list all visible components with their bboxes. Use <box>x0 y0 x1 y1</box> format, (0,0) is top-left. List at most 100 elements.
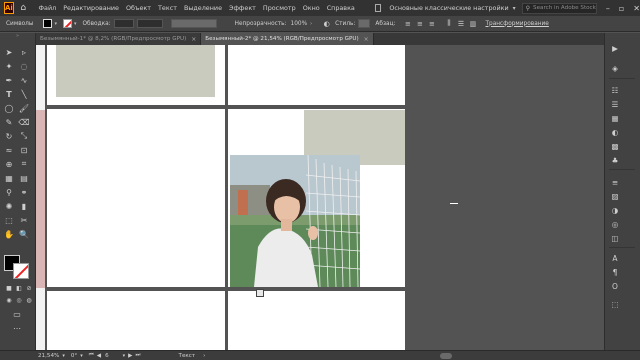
chevron-down-icon[interactable]: ▾ <box>54 21 57 27</box>
graphic-styles-icon[interactable]: ◫ <box>610 233 620 243</box>
pencil-icon[interactable]: ✎ <box>4 117 14 127</box>
none-mode-icon[interactable]: ⊘ <box>24 283 34 293</box>
menu-select[interactable]: Выделение <box>184 4 222 12</box>
graph-tool-icon[interactable]: ▮ <box>19 201 29 211</box>
artboard-number[interactable]: 6 <box>105 353 109 359</box>
distribute-vertical-icon[interactable]: ☰ <box>456 19 465 28</box>
swatches-icon[interactable]: ▩ <box>610 141 620 151</box>
horizontal-scrollbar[interactable] <box>440 353 452 359</box>
maximize-icon[interactable]: ▫ <box>619 4 624 13</box>
artboard-bottom-left[interactable] <box>47 291 225 350</box>
scale-icon[interactable]: ⤡ <box>19 131 29 141</box>
libraries-icon[interactable]: ☰ <box>610 99 620 109</box>
mesh-tool-icon[interactable]: ▦ <box>4 173 14 183</box>
perspective-grid-icon[interactable]: ⌗ <box>19 159 29 169</box>
blend-tool-icon[interactable]: ⚭ <box>19 187 29 197</box>
magic-wand-icon[interactable]: ✦ <box>4 61 14 71</box>
chevron-down-icon[interactable]: ▾ <box>513 5 516 12</box>
direct-selection-tool-icon[interactable]: ▹ <box>19 47 29 57</box>
transparency-icon[interactable]: ◑ <box>610 205 620 215</box>
chevron-down-icon[interactable]: ▾ <box>62 353 65 359</box>
artboard-top-right[interactable] <box>228 45 405 105</box>
brush-definition-select[interactable] <box>170 19 217 28</box>
chevron-right-icon[interactable]: › <box>310 21 312 27</box>
previous-artboard-icon[interactable]: ◀ <box>97 353 101 359</box>
chevron-down-icon[interactable]: ▾ <box>74 21 77 27</box>
selection-tool-icon[interactable]: ➤ <box>4 47 14 57</box>
draw-inside-icon[interactable]: ◍ <box>24 295 34 305</box>
appearance-icon[interactable]: ◎ <box>610 219 620 229</box>
artboard-middle-left[interactable] <box>47 109 225 287</box>
color-icon[interactable]: ▦ <box>610 113 620 123</box>
align-to-icon[interactable]: ▥ <box>468 19 477 28</box>
home-icon[interactable]: ⌂ <box>20 2 27 14</box>
align-right-icon[interactable]: ≡ <box>427 19 436 28</box>
close-icon[interactable]: × <box>191 36 196 43</box>
arrange-documents-icon[interactable] <box>374 4 382 12</box>
width-tool-icon[interactable]: ≈ <box>4 145 14 155</box>
menu-effect[interactable]: Эффект <box>229 4 256 12</box>
paragraph-label[interactable]: Абзац: <box>375 21 395 27</box>
edit-toolbar-icon[interactable]: ⋯ <box>12 323 22 333</box>
play-icon[interactable]: ▶ <box>610 43 620 53</box>
align-left-icon[interactable]: ≡ <box>403 19 412 28</box>
stock-search-input[interactable]: ⚲ Search in Adobe Stock <box>521 2 597 14</box>
variable-width-select[interactable] <box>136 19 163 28</box>
stroke-swatch[interactable] <box>62 19 72 28</box>
menu-view[interactable]: Просмотр <box>263 4 296 12</box>
artboards-icon[interactable]: ⬚ <box>610 299 620 309</box>
graphic-style-swatch[interactable] <box>358 19 371 28</box>
menu-window[interactable]: Окно <box>303 4 320 12</box>
slice-tool-icon[interactable]: ✂ <box>19 215 29 225</box>
minimize-icon[interactable]: – <box>606 4 610 13</box>
menu-help[interactable]: Справка <box>327 4 355 12</box>
fill-swatch[interactable] <box>43 19 53 28</box>
screen-mode-icon[interactable]: ▭ <box>12 309 22 319</box>
chevron-down-icon[interactable]: ▾ <box>80 353 83 359</box>
stroke-weight-field[interactable] <box>113 19 134 28</box>
rotation-angle[interactable]: 0° <box>71 353 77 359</box>
line-tool-icon[interactable]: ╲ <box>19 89 29 99</box>
shape-builder-icon[interactable]: ⊕ <box>4 159 14 169</box>
character-icon[interactable]: A <box>610 253 620 263</box>
gray-rectangle[interactable] <box>56 45 215 97</box>
color-guide-icon[interactable]: ◐ <box>610 127 620 137</box>
eraser-icon[interactable]: ⌫ <box>18 117 29 127</box>
lasso-icon[interactable]: ◌ <box>19 61 29 71</box>
tab-document-1[interactable]: Безымянный-1* @ 8,2% (RGB/Предпросмотр G… <box>36 33 202 45</box>
draw-behind-icon[interactable]: ◎ <box>14 295 24 305</box>
placed-photo[interactable] <box>230 155 360 287</box>
stroke-icon[interactable]: ≡ <box>610 177 620 187</box>
workspace-switcher[interactable]: Основные классические настройки <box>389 4 508 12</box>
stroke-color-box[interactable] <box>13 263 29 279</box>
menu-object[interactable]: Объект <box>126 4 151 12</box>
symbol-sprayer-icon[interactable]: ✺ <box>4 201 14 211</box>
menu-file[interactable]: Файл <box>39 4 57 12</box>
pen-tool-icon[interactable]: ✒ <box>4 75 14 85</box>
layers-icon[interactable]: ◈ <box>610 63 620 73</box>
zoom-level[interactable]: 21,54% <box>38 353 59 359</box>
anchor-handle[interactable] <box>256 289 264 297</box>
recolor-icon[interactable]: ◐ <box>322 19 331 28</box>
close-icon[interactable]: × <box>364 36 369 43</box>
paragraph-icon[interactable]: ¶ <box>610 267 620 277</box>
rotate-icon[interactable]: ↻ <box>4 131 14 141</box>
artboard-tool-icon[interactable]: ⬚ <box>4 215 14 225</box>
zoom-tool-icon[interactable]: 🔍 <box>19 229 29 239</box>
tab-document-2[interactable]: Безымянный-2* @ 21,54% (RGB/Предпросмотр… <box>201 33 374 45</box>
gradient-mode-icon[interactable]: ◧ <box>14 283 24 293</box>
chevron-right-icon[interactable]: › <box>203 353 205 359</box>
canvas-area[interactable] <box>36 45 604 350</box>
opentype-icon[interactable]: O <box>610 281 620 291</box>
artboard-bottom-right[interactable] <box>228 291 405 350</box>
menu-edit[interactable]: Редактирование <box>63 4 119 12</box>
free-transform-icon[interactable]: ⊡ <box>19 145 29 155</box>
eyedropper-icon[interactable]: ⚲ <box>4 187 14 197</box>
next-artboard-icon[interactable]: ▶ <box>128 353 132 359</box>
draw-normal-icon[interactable]: ◉ <box>4 295 14 305</box>
distribute-icon[interactable]: ⫼ <box>444 19 453 28</box>
close-icon[interactable]: ✕ <box>633 4 640 13</box>
opacity-value[interactable]: 100% <box>291 21 308 27</box>
ellipse-tool-icon[interactable]: ◯ <box>4 103 14 113</box>
menu-text[interactable]: Текст <box>158 4 177 12</box>
